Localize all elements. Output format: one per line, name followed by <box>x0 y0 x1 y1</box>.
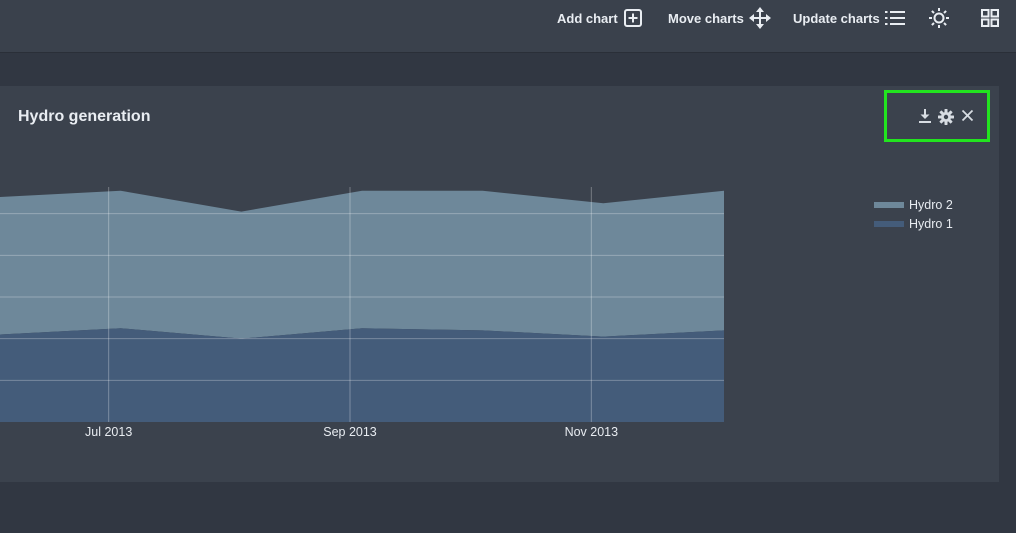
plus-square-icon <box>623 8 643 28</box>
x-tick-label: Nov 2013 <box>565 425 619 439</box>
add-chart-label: Add chart <box>557 10 618 26</box>
layout-grid-button[interactable] <box>980 0 1000 36</box>
move-charts-button[interactable]: Move charts <box>668 0 771 36</box>
theme-toggle-button[interactable] <box>928 0 950 36</box>
move-charts-label: Move charts <box>668 10 744 26</box>
legend-label-hydro-2: Hydro 2 <box>909 197 953 212</box>
legend-item-hydro-1[interactable]: Hydro 1 <box>874 214 953 233</box>
update-charts-label: Update charts <box>793 10 880 26</box>
legend-item-hydro-2[interactable]: Hydro 2 <box>874 195 953 214</box>
legend-swatch-hydro-2 <box>874 201 904 208</box>
sun-icon <box>928 7 950 29</box>
sub-bar <box>0 53 1016 85</box>
top-toolbar: Add chart Move charts Update charts <box>0 0 1016 53</box>
legend-swatch-hydro-1 <box>874 220 904 227</box>
update-charts-button[interactable]: Update charts <box>793 0 905 36</box>
hydro-area-chart: Jul 2013 Sep 2013 Nov 2013 <box>0 187 724 439</box>
x-tick-label: Jul 2013 <box>85 425 132 439</box>
move-arrows-icon <box>748 7 771 29</box>
list-icon <box>884 9 905 27</box>
x-tick-label: Sep 2013 <box>323 425 377 439</box>
chart-legend: Hydro 2 Hydro 1 <box>874 195 953 233</box>
chart-panel: Hydro generation Jul 2013 Sep 2013 Nov 201… <box>0 86 999 482</box>
add-chart-button[interactable]: Add chart <box>557 0 643 36</box>
legend-label-hydro-1: Hydro 1 <box>909 216 953 231</box>
grid-icon <box>980 8 1000 28</box>
